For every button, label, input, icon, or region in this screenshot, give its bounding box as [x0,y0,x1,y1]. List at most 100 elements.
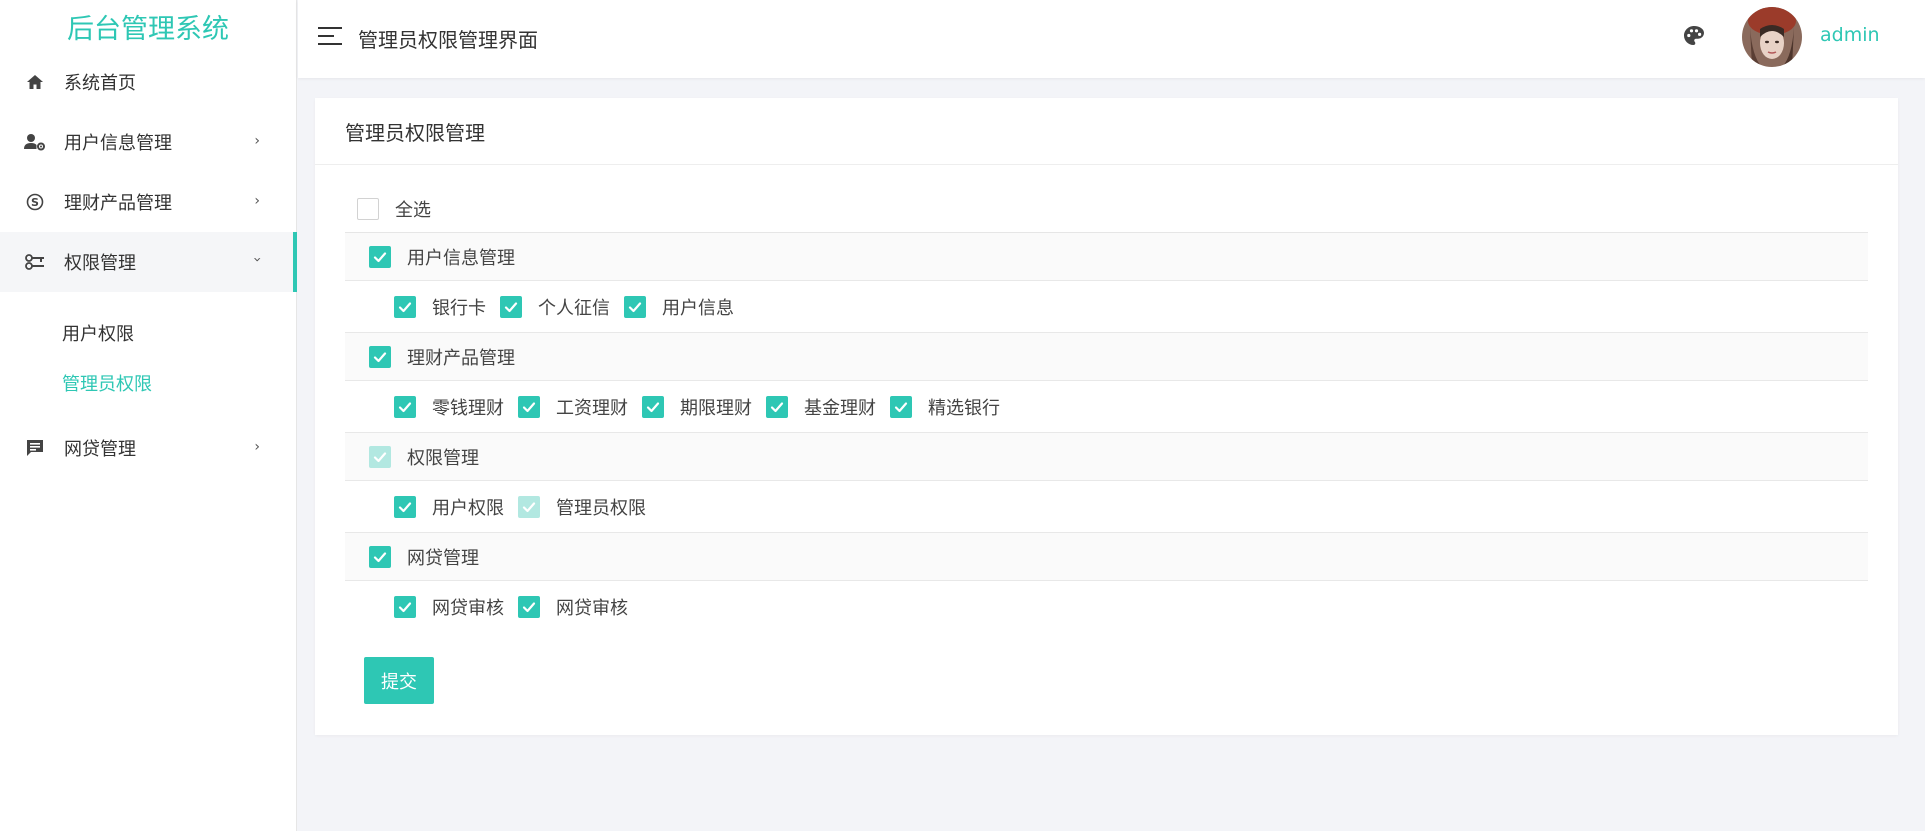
group-checkbox[interactable]: 权限管理 [369,444,479,470]
group-checkbox[interactable]: 用户信息管理 [369,244,515,270]
chevron-down-icon: › [249,256,266,263]
page-title: 管理员权限管理界面 [358,28,538,52]
username-link[interactable]: admin [1820,24,1880,46]
group-checkbox[interactable]: 网贷管理 [369,544,479,570]
checkbox-label: 用户信息 [662,297,734,319]
permission-children-row: 零钱理财 工资理财 期限理财 基金理财 精选银行 [345,381,1868,433]
checkbox-box [369,445,391,468]
permission-card: 管理员权限管理 全选 用户信息管理 银行卡 个人征信 用户信息理财产品管理零钱理财 工资… [315,98,1898,735]
sidebar-item-permission[interactable]: 权限管理 › [0,232,297,292]
permission-checkbox[interactable]: 零钱理财 [394,394,504,420]
user-settings-icon [24,131,46,153]
permission-checkbox[interactable]: 管理员权限 [518,494,646,520]
top-header: 管理员权限管理界面 admin [298,0,1925,78]
group-checkbox[interactable]: 理财产品管理 [369,344,515,370]
sidebar-item-label: 系统首页 [64,73,136,94]
checkbox-box [518,495,540,518]
checkbox-box [369,245,391,268]
avatar[interactable] [1742,7,1802,67]
check-icon [522,401,536,412]
checkbox-label: 网贷审核 [556,598,628,619]
checkbox-label: 管理员权限 [556,497,646,519]
select-all-checkbox[interactable]: 全选 [357,196,431,222]
permission-checkbox[interactable]: 网贷审核 [518,594,628,620]
sidebar-item-label: 理财产品管理 [64,193,172,214]
sidebar-item-label: 权限管理 [64,253,136,274]
sidebar-item-loan[interactable]: 网贷管理 › [0,418,296,478]
key-icon [24,251,46,273]
checkbox-label: 权限管理 [407,447,479,469]
checkbox-box [369,345,391,368]
check-icon [504,301,518,312]
permission-checkbox[interactable]: 工资理财 [518,394,628,420]
permission-group-row: 网贷管理 [345,533,1868,581]
permission-children-row: 银行卡 个人征信 用户信息 [345,281,1868,333]
checkbox-box [394,395,416,418]
check-icon [373,251,387,262]
permission-tree: 全选 用户信息管理 银行卡 个人征信 用户信息理财产品管理零钱理财 工资理财 期限理财 基金… [315,165,1898,633]
sidebar-item-user-info[interactable]: 用户信息管理 › [0,112,296,172]
checkbox-label: 基金理财 [804,397,876,419]
home-icon [24,71,46,93]
message-icon [24,437,46,459]
permission-checkbox[interactable]: 精选银行 [890,394,1000,420]
submenu-item-user-permission[interactable]: 用户权限 [0,308,296,358]
card-title: 管理员权限管理 [315,98,1898,165]
check-icon [398,602,412,613]
checkbox-label: 用户信息管理 [407,247,515,269]
permission-group-row: 理财产品管理 [345,333,1868,381]
palette-icon[interactable] [1682,24,1706,48]
permission-checkbox[interactable]: 用户权限 [394,494,504,520]
chevron-right-icon: › [254,193,260,210]
menu-toggle-icon[interactable] [318,27,342,47]
check-icon [398,401,412,412]
permission-children-row: 用户权限 管理员权限 [345,481,1868,533]
permission-checkbox[interactable]: 银行卡 [394,294,486,320]
permission-checkbox[interactable]: 用户信息 [624,294,734,320]
checkbox-label: 个人征信 [538,297,610,319]
check-icon [646,401,660,412]
chevron-right-icon: › [254,439,260,456]
svg-text:S: S [31,196,39,209]
checkbox-label: 网贷审核 [432,598,504,619]
sidebar-item-finance[interactable]: S 理财产品管理 › [0,172,296,232]
check-icon [398,301,412,312]
checkbox-label: 精选银行 [928,397,1000,419]
check-icon [373,351,387,362]
check-icon [398,501,412,512]
checkbox-box [642,395,664,418]
checkbox-label: 工资理财 [556,397,628,419]
checkbox-box [394,495,416,518]
skype-icon: S [24,191,46,213]
permission-checkbox[interactable]: 个人征信 [500,294,610,320]
permission-group-row: 用户信息管理 [345,233,1868,281]
sidebar-item-home[interactable]: 系统首页 [0,52,296,112]
checkbox-box [766,395,788,418]
checkbox-label: 网贷管理 [407,547,479,569]
submit-button[interactable]: 提交 [364,657,434,704]
permission-checkbox[interactable]: 网贷审核 [394,594,504,620]
check-icon [522,501,536,512]
checkbox-label: 全选 [395,199,431,221]
permission-checkbox[interactable]: 基金理财 [766,394,876,420]
checkbox-box [357,197,379,220]
checkbox-label: 用户权限 [432,497,504,519]
checkbox-label: 期限理财 [680,397,752,419]
sidebar: 后台管理系统 系统首页 用户信息管理 › S 理财产品管理 › 权限管理 › 用… [0,0,297,831]
check-icon [373,451,387,462]
checkbox-box [394,295,416,318]
checkbox-box [394,596,416,618]
sidebar-item-label: 网贷管理 [64,439,136,460]
permission-checkbox[interactable]: 期限理财 [642,394,752,420]
submenu-item-admin-permission[interactable]: 管理员权限 [0,358,296,408]
checkbox-label: 理财产品管理 [407,347,515,369]
checkbox-box [890,395,912,418]
check-icon [628,301,642,312]
permission-group-row: 权限管理 [345,433,1868,481]
sidebar-item-label: 用户信息管理 [64,133,172,154]
checkbox-label: 银行卡 [432,297,486,319]
check-icon [770,401,784,412]
check-icon [894,401,908,412]
checkbox-box [518,395,540,418]
check-icon [373,551,387,562]
